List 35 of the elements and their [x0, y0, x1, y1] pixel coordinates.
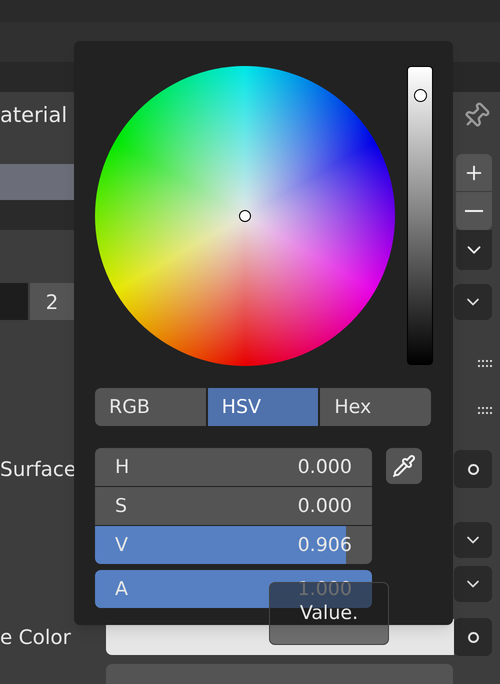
mode-tab[interactable]: HSV: [208, 388, 318, 426]
field-label: H: [115, 454, 130, 480]
wheel-cursor[interactable]: [239, 210, 251, 222]
link-button[interactable]: [454, 450, 492, 488]
minus-icon: [465, 210, 483, 212]
eyedropper-icon: [392, 454, 416, 478]
material-label: aterial: [0, 102, 68, 130]
value-slider-thumb[interactable]: [414, 88, 427, 102]
user-count-field[interactable]: 2: [30, 283, 74, 320]
mode-tab[interactable]: RGB: [95, 388, 206, 426]
field-label: A: [115, 576, 128, 602]
ring-icon: [468, 632, 478, 642]
value-slider-field[interactable]: S 0.000: [95, 487, 372, 525]
remove-button[interactable]: [456, 192, 492, 230]
grip-icon[interactable]: [478, 407, 492, 414]
surface-label: Surface: [0, 456, 76, 483]
dropdown-button[interactable]: [454, 522, 492, 558]
ring-icon: [468, 464, 478, 474]
dropdown-button[interactable]: [454, 566, 492, 602]
value-slider-field[interactable]: H 0.000: [95, 448, 372, 486]
name-field[interactable]: [0, 283, 28, 320]
field-label: S: [115, 494, 128, 519]
value-field[interactable]: [106, 664, 453, 684]
color-label: e Color: [0, 624, 72, 651]
specials-button[interactable]: [456, 230, 492, 270]
grip-icon[interactable]: [478, 360, 492, 367]
eyedropper-button[interactable]: [386, 448, 422, 484]
field-value: 0.000: [298, 454, 352, 480]
field-label: V: [115, 532, 128, 558]
field-value: 0.000: [298, 494, 352, 519]
link-button[interactable]: [454, 618, 492, 656]
mode-tab[interactable]: Hex: [320, 388, 431, 426]
add-button[interactable]: [456, 154, 492, 191]
value-slider-track[interactable]: [407, 66, 433, 365]
dropdown-button[interactable]: [454, 284, 492, 320]
